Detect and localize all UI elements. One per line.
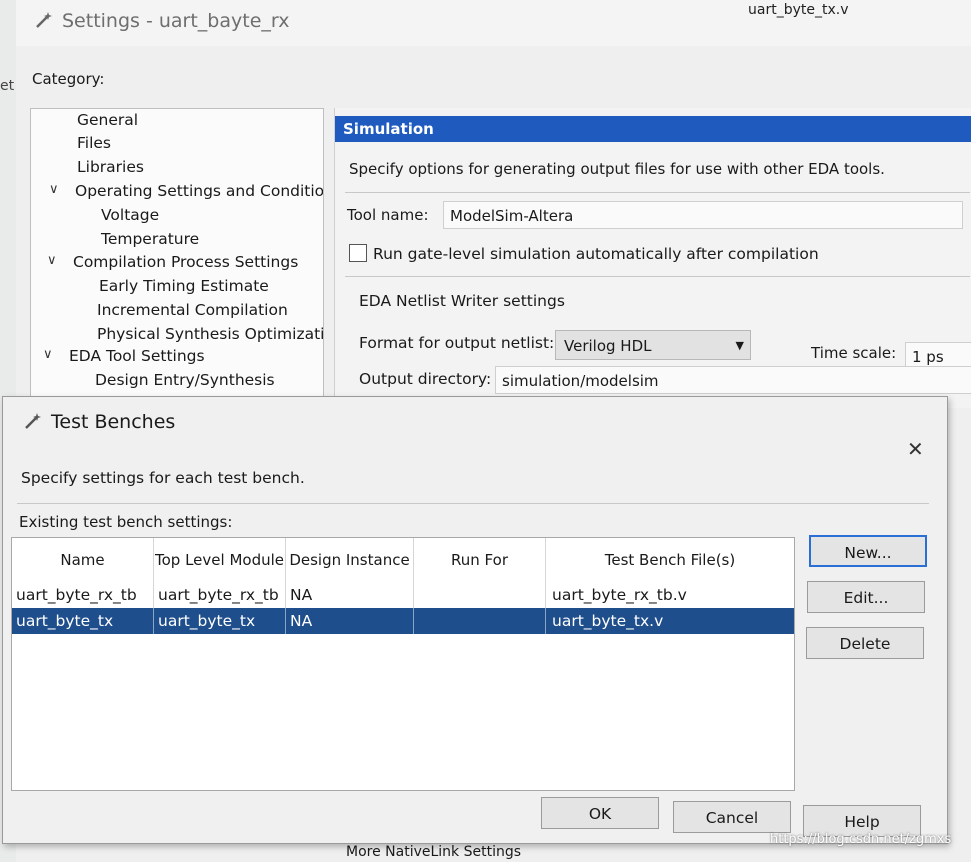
dialog-description: Specify settings for each test bench. xyxy=(21,469,305,487)
background-window-text: et xyxy=(0,78,15,94)
tree-item-voltage[interactable]: Voltage xyxy=(101,206,159,224)
tree-item-temperature[interactable]: Temperature xyxy=(101,230,199,248)
tree-item-compilation-process[interactable]: Compilation Process Settings xyxy=(73,253,298,271)
settings-title-bar: Settings - uart_bayte_rx uart_byte_tx.v xyxy=(16,0,971,46)
tree-item-general[interactable]: General xyxy=(77,111,138,129)
format-value: Verilog HDL xyxy=(564,337,652,355)
wand-icon xyxy=(25,413,41,429)
ok-button[interactable]: OK xyxy=(541,797,659,829)
format-label: Format for output netlist: xyxy=(359,334,555,352)
cell-design-instance: NA xyxy=(286,582,414,608)
cell-test-bench-file: uart_byte_rx_tb.v xyxy=(552,586,687,604)
dropdown-arrow-icon[interactable]: ▼ xyxy=(736,331,744,361)
gate-level-label: Run gate-level simulation automatically … xyxy=(373,245,819,263)
close-icon[interactable]: ✕ xyxy=(907,437,924,461)
tree-item-files[interactable]: Files xyxy=(77,134,111,152)
divider xyxy=(17,503,929,504)
column-header-test-bench-files[interactable]: Test Bench File(s) xyxy=(546,538,794,582)
cell-test-bench-file: uart_byte_tx.v xyxy=(552,612,664,630)
new-button[interactable]: New... xyxy=(809,535,927,567)
format-select[interactable]: Verilog HDL ▼ xyxy=(555,330,751,360)
simulation-panel: Simulation Specify options for generatin… xyxy=(334,108,971,408)
column-header-name[interactable]: Name xyxy=(12,538,154,582)
gate-level-checkbox[interactable] xyxy=(349,244,367,262)
cell-top-level: uart_byte_tx xyxy=(154,608,286,634)
chevron-down-icon[interactable]: ∨ xyxy=(43,347,53,362)
table-row-selected[interactable]: uart_byte_tx uart_byte_tx NA uart_byte_t… xyxy=(12,608,794,634)
watermark-text: https://blog.csdn.net/zgmxs xyxy=(770,832,952,847)
column-header-top-level[interactable]: Top Level Module xyxy=(154,538,286,582)
timescale-label: Time scale: xyxy=(811,344,897,362)
cancel-button[interactable]: Cancel xyxy=(673,801,791,833)
settings-wand-icon xyxy=(36,12,52,28)
cell-name: uart_byte_tx xyxy=(12,608,154,634)
tree-item-physical-synthesis[interactable]: Physical Synthesis Optimization xyxy=(97,325,323,343)
tool-name-field[interactable]: ModelSim-Altera xyxy=(443,201,963,229)
category-label: Category: xyxy=(32,70,105,88)
table-row[interactable]: uart_byte_rx_tb uart_byte_rx_tb NA uart_… xyxy=(12,582,794,608)
column-header-design-instance[interactable]: Design Instance xyxy=(286,538,414,582)
cell-top-level: uart_byte_rx_tb xyxy=(154,582,286,608)
column-header-run-for[interactable]: Run For xyxy=(414,538,546,582)
tool-name-label: Tool name: xyxy=(347,206,429,224)
cell-design-instance: NA xyxy=(286,608,414,634)
chevron-down-icon[interactable]: ∨ xyxy=(47,253,57,268)
divider xyxy=(345,192,970,193)
output-directory-label: Output directory: xyxy=(359,370,492,388)
tree-item-design-entry[interactable]: Design Entry/Synthesis xyxy=(95,371,275,389)
editor-tab-label[interactable]: uart_byte_tx.v xyxy=(748,2,848,18)
test-benches-dialog: Test Benches ✕ Specify settings for each… xyxy=(2,396,948,844)
simulation-description: Specify options for generating output fi… xyxy=(349,160,885,178)
tree-item-libraries[interactable]: Libraries xyxy=(77,158,144,176)
cell-name: uart_byte_rx_tb xyxy=(12,582,154,608)
netlist-writer-title: EDA Netlist Writer settings xyxy=(359,292,565,310)
output-directory-field[interactable]: simulation/modelsim xyxy=(495,366,971,394)
category-tree[interactable]: General Files Libraries ∨ Operating Sett… xyxy=(30,108,324,410)
nativelink-settings-button[interactable]: More NativeLink Settings xyxy=(346,844,521,860)
divider xyxy=(345,276,970,277)
tree-item-operating-settings[interactable]: Operating Settings and Conditions xyxy=(75,182,323,200)
simulation-header: Simulation xyxy=(335,116,971,142)
settings-title: Settings - uart_bayte_rx xyxy=(62,10,290,32)
cell-run-for xyxy=(414,582,546,608)
edit-button[interactable]: Edit... xyxy=(807,581,925,613)
tree-item-eda-tool-settings[interactable]: EDA Tool Settings xyxy=(69,347,205,365)
test-bench-table[interactable]: Name Top Level Module Design Instance Ru… xyxy=(11,537,795,791)
dialog-title: Test Benches xyxy=(51,411,176,433)
tree-item-incremental[interactable]: Incremental Compilation xyxy=(97,301,288,319)
existing-settings-label: Existing test bench settings: xyxy=(19,513,233,531)
cell-run-for xyxy=(414,608,546,634)
delete-button[interactable]: Delete xyxy=(806,627,924,659)
tree-item-early-timing[interactable]: Early Timing Estimate xyxy=(99,277,269,295)
chevron-down-icon[interactable]: ∨ xyxy=(49,182,59,197)
